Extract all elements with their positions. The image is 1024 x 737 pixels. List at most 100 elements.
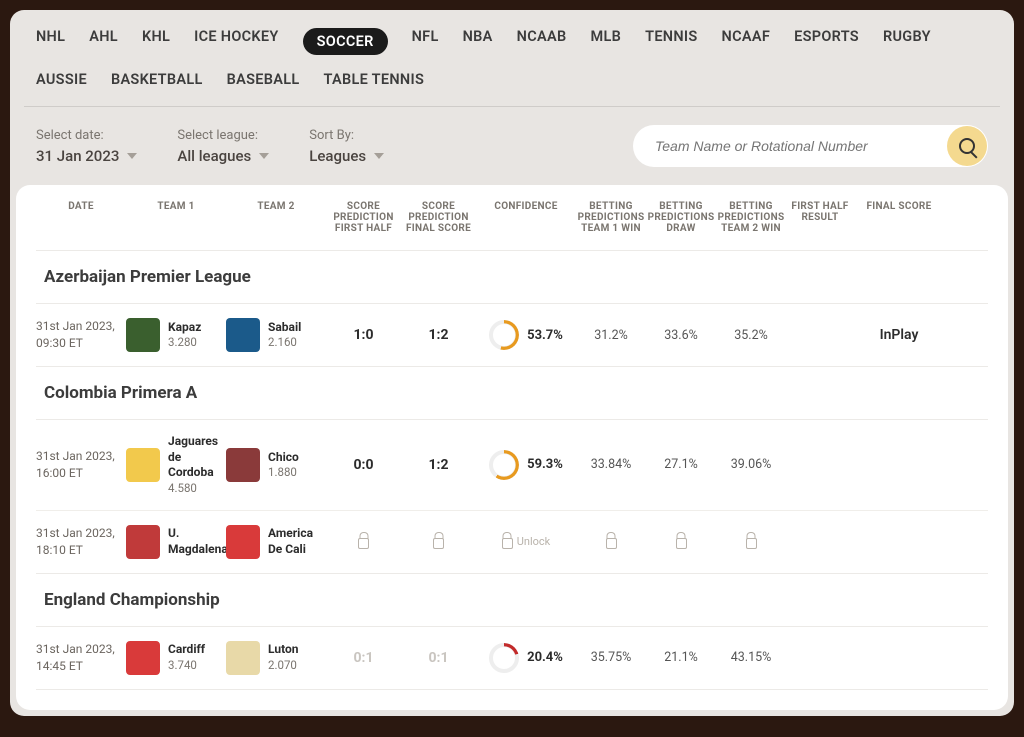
- tab-esports[interactable]: ESPORTS: [794, 28, 859, 55]
- tab-rugby[interactable]: RUGBY: [883, 28, 931, 55]
- team1-block: Cardiff3.740: [126, 641, 226, 675]
- score-fh: 0:1: [326, 650, 401, 666]
- score-final: 1:2: [401, 457, 476, 473]
- tab-ahl[interactable]: AHL: [89, 28, 118, 55]
- column-header: TEAM 1: [126, 201, 226, 234]
- league-header: England Championship: [36, 574, 988, 626]
- tab-ice-hockey[interactable]: ICE HOCKEY: [194, 28, 278, 55]
- tab-tennis[interactable]: TENNIS: [645, 28, 697, 55]
- team1-name: Kapaz: [168, 320, 201, 336]
- score-final-locked[interactable]: [401, 534, 476, 549]
- team2-block: Luton2.070: [226, 641, 326, 675]
- match-row[interactable]: 31st Jan 2023, 09:30 ET Kapaz3.280 Sabai…: [36, 304, 988, 366]
- confidence-ring: [489, 450, 519, 480]
- tab-ncaaf[interactable]: NCAAF: [722, 28, 771, 55]
- tab-khl[interactable]: KHL: [142, 28, 170, 55]
- team1-odds: 3.280: [168, 335, 201, 350]
- league-filter-label: Select league:: [177, 128, 269, 143]
- bet-team1: 31.2%: [576, 328, 646, 343]
- league-filter[interactable]: Select league: All leagues: [177, 128, 269, 165]
- search-button[interactable]: [947, 126, 987, 166]
- bet-draw: 33.6%: [646, 328, 716, 343]
- chevron-down-icon: [127, 153, 137, 159]
- tab-soccer[interactable]: SOCCER: [303, 28, 388, 55]
- date-filter-value: 31 Jan 2023: [36, 147, 137, 165]
- lock-icon: [502, 538, 513, 549]
- tab-aussie[interactable]: AUSSIE: [36, 71, 87, 88]
- lock-icon: [676, 538, 687, 549]
- bet1-locked[interactable]: [576, 534, 646, 549]
- lock-icon: [358, 538, 369, 549]
- betd-locked[interactable]: [646, 534, 716, 549]
- team1-block: U. Magdalena: [126, 525, 226, 559]
- team1-name: Jaguares de Cordoba: [168, 434, 226, 481]
- tab-baseball[interactable]: BASEBALL: [227, 71, 300, 88]
- chevron-down-icon: [259, 153, 269, 159]
- match-date: 31st Jan 2023, 16:00 ET: [36, 448, 126, 482]
- match-date: 31st Jan 2023, 09:30 ET: [36, 318, 126, 352]
- score-fh-locked[interactable]: [326, 534, 401, 549]
- column-header: BETTING PREDICTIONS TEAM 1 WIN: [576, 201, 646, 234]
- tab-nhl[interactable]: NHL: [36, 28, 65, 55]
- match-date: 31st Jan 2023, 18:10 ET: [36, 525, 126, 559]
- column-header: DATE: [36, 201, 126, 234]
- filter-bar: Select date: 31 Jan 2023 Select league: …: [10, 107, 1014, 185]
- team2-logo: [226, 318, 260, 352]
- column-header: SCORE PREDICTION FINAL SCORE: [401, 201, 476, 234]
- date-filter-label: Select date:: [36, 128, 137, 143]
- bet-team2: 39.06%: [716, 457, 786, 472]
- team2-odds: 2.160: [268, 335, 301, 350]
- league-header: Colombia Primera A: [36, 367, 988, 419]
- match-date: 31st Jan 2023, 14:45 ET: [36, 641, 126, 675]
- team2-logo: [226, 525, 260, 559]
- bet-team1: 33.84%: [576, 457, 646, 472]
- tab-basketball[interactable]: BASKETBALL: [111, 71, 203, 88]
- team1-logo: [126, 641, 160, 675]
- sort-filter-label: Sort By:: [309, 128, 384, 143]
- team2-logo: [226, 448, 260, 482]
- search-wrap: [633, 125, 988, 167]
- match-row[interactable]: 31st Jan 2023, 18:10 ET U. Magdalena Ame…: [36, 510, 988, 573]
- team2-logo: [226, 641, 260, 675]
- score-final: 1:2: [401, 327, 476, 343]
- tab-nba[interactable]: NBA: [463, 28, 493, 55]
- tab-ncaab[interactable]: NCAAB: [517, 28, 567, 55]
- score-fh: 1:0: [326, 327, 401, 343]
- team2-name: Chico: [268, 450, 299, 466]
- bet-team2: 35.2%: [716, 328, 786, 343]
- league-header: Azerbaijan Premier League: [36, 251, 988, 303]
- team2-odds: 2.070: [268, 658, 298, 673]
- confidence: 53.7%: [476, 320, 576, 350]
- column-header: FIRST HALF RESULT: [786, 201, 854, 234]
- column-header: FINAL SCORE: [854, 201, 944, 234]
- team2-block: America De Cali: [226, 525, 326, 559]
- team1-logo: [126, 448, 160, 482]
- bet-team2: 43.15%: [716, 650, 786, 665]
- main-panel: NHL AHL KHL ICE HOCKEY SOCCER NFL NBA NCAAB MLB T…: [10, 10, 1014, 716]
- bet-draw: 27.1%: [646, 457, 716, 472]
- score-final: 0:1: [401, 650, 476, 666]
- column-header: BETTING PREDICTIONS TEAM 2 WIN: [716, 201, 786, 234]
- match-row[interactable]: 31st Jan 2023, 16:00 ET Jaguares de Cord…: [36, 420, 988, 510]
- search-input[interactable]: [633, 125, 988, 167]
- match-row[interactable]: 31st Jan 2023, 14:45 ET Cardiff3.740 Lut…: [36, 627, 988, 689]
- final-score: InPlay: [854, 327, 944, 343]
- team1-logo: [126, 318, 160, 352]
- sort-filter-value: Leagues: [309, 147, 384, 165]
- date-filter[interactable]: Select date: 31 Jan 2023: [36, 128, 137, 165]
- table-headers: DATETEAM 1TEAM 2SCORE PREDICTION FIRST H…: [36, 185, 988, 250]
- lock-icon: [433, 538, 444, 549]
- column-header: CONFIDENCE: [476, 201, 576, 234]
- search-icon: [959, 138, 975, 154]
- tab-mlb[interactable]: MLB: [590, 28, 621, 55]
- confidence-locked[interactable]: Unlock: [476, 534, 576, 549]
- bet2-locked[interactable]: [716, 534, 786, 549]
- column-header: BETTING PREDICTIONS DRAW: [646, 201, 716, 234]
- team1-name: U. Magdalena: [168, 526, 228, 557]
- tab-table-tennis[interactable]: TABLE TENNIS: [324, 71, 425, 88]
- sort-filter[interactable]: Sort By: Leagues: [309, 128, 384, 165]
- confidence: 59.3%: [476, 450, 576, 480]
- tab-nfl[interactable]: NFL: [412, 28, 439, 55]
- sport-tabs: NHL AHL KHL ICE HOCKEY SOCCER NFL NBA NCAAB MLB T…: [10, 10, 1014, 106]
- confidence-ring: [489, 643, 519, 673]
